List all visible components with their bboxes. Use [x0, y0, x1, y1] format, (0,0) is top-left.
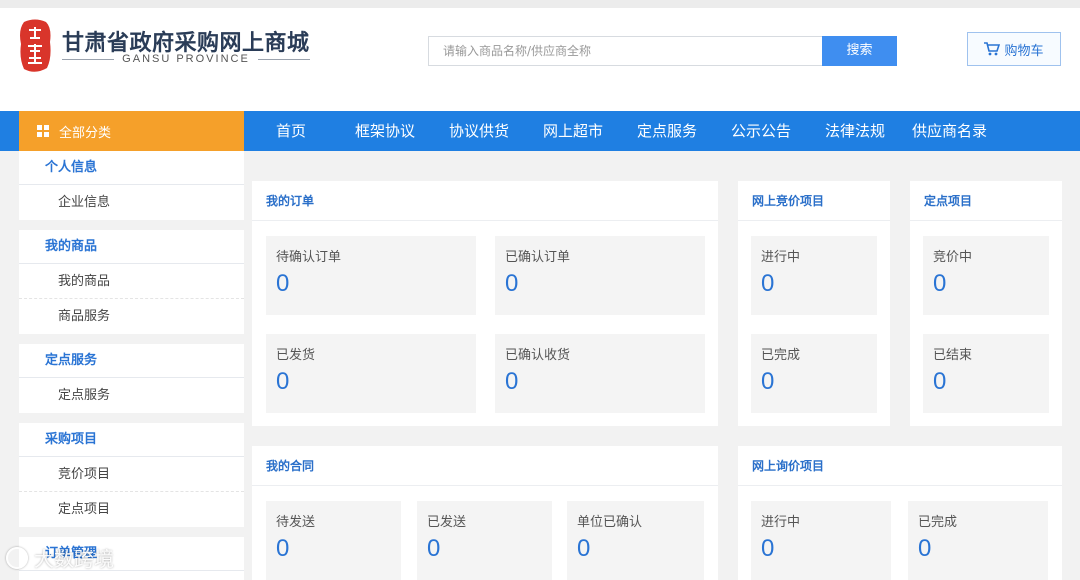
stat-card[interactable]: 待发送 0 — [266, 501, 401, 580]
sidebar-group-title[interactable]: 定点服务 — [19, 344, 244, 378]
online-bidding-panel: 网上竞价项目 进行中 0 已完成 0 — [738, 181, 890, 426]
logo-seal-icon — [20, 19, 51, 72]
search-input[interactable]: 请输入商品名称/供应商全称 — [428, 36, 822, 66]
stat-card[interactable]: 单位已确认 0 — [567, 501, 704, 580]
stat-value: 0 — [761, 270, 775, 297]
sidebar-item-product-service[interactable]: 商品服务 — [19, 299, 244, 334]
stat-value: 0 — [933, 368, 947, 395]
top-strip — [0, 0, 1080, 8]
stat-label: 已结束 — [933, 348, 973, 363]
stat-value: 0 — [933, 270, 947, 297]
stat-value: 0 — [761, 368, 775, 395]
sidebar-group-products: 我的商品 我的商品 商品服务 — [19, 230, 244, 334]
sidebar-group-personal: 个人信息 企业信息 — [19, 151, 244, 220]
stat-label: 已发货 — [276, 348, 316, 363]
nav-item-laws[interactable]: 法律法规 — [825, 111, 885, 151]
sidebar-item-bidding-project[interactable]: 竞价项目 — [19, 457, 244, 492]
stat-value: 0 — [505, 270, 519, 297]
stat-card[interactable]: 待确认订单 0 — [266, 236, 476, 315]
logo-rule-right — [258, 59, 310, 60]
watermark: 大数跨境 — [6, 543, 114, 572]
panel-title: 定点项目 — [910, 181, 1062, 221]
panel-title: 网上询价项目 — [738, 446, 1062, 486]
panel-title: 我的订单 — [252, 181, 718, 221]
stat-label: 进行中 — [761, 515, 801, 530]
sidebar-group-title[interactable]: 我的商品 — [19, 230, 244, 264]
my-orders-panel: 我的订单 待确认订单 0 已确认订单 0 已发货 0 已确认收货 0 — [252, 181, 718, 426]
cart-label: 购物车 — [1004, 43, 1044, 59]
stat-card[interactable]: 竞价中 0 — [923, 236, 1049, 315]
panel-title: 网上竞价项目 — [738, 181, 890, 221]
stat-label: 已完成 — [918, 515, 958, 530]
sidebar-group-designated: 定点服务 定点服务 — [19, 344, 244, 413]
stat-card[interactable]: 已确认订单 0 — [495, 236, 705, 315]
stat-label: 单位已确认 — [577, 515, 643, 530]
nav-item-supplier-list[interactable]: 供应商名录 — [912, 111, 987, 151]
stat-label: 待确认订单 — [276, 250, 342, 265]
stat-card[interactable]: 进行中 0 — [751, 501, 891, 580]
online-inquiry-panel: 网上询价项目 进行中 0 已完成 0 — [738, 446, 1062, 580]
nav-item-home[interactable]: 首页 — [276, 111, 306, 151]
all-categories-button[interactable]: 全部分类 — [19, 111, 244, 151]
stat-label: 已确认订单 — [505, 250, 571, 265]
stat-label: 竞价中 — [933, 250, 973, 265]
designated-projects-panel: 定点项目 竞价中 0 已结束 0 — [910, 181, 1062, 426]
stat-card[interactable]: 进行中 0 — [751, 236, 877, 315]
stat-card[interactable]: 已完成 0 — [751, 334, 877, 413]
stat-label: 已发送 — [427, 515, 467, 530]
stat-value: 0 — [505, 368, 519, 395]
stat-label: 待发送 — [276, 515, 316, 530]
stat-value: 0 — [276, 368, 290, 395]
grid-icon — [37, 125, 49, 137]
search-button[interactable]: 搜索 — [822, 36, 897, 66]
stat-value: 0 — [577, 535, 591, 562]
stat-card[interactable]: 已确认收货 0 — [495, 334, 705, 413]
watermark-text: 大数跨境 — [34, 547, 114, 571]
sidebar-group-title[interactable]: 个人信息 — [19, 151, 244, 185]
nav-item-designated-service[interactable]: 定点服务 — [637, 111, 697, 151]
stat-card[interactable]: 已发货 0 — [266, 334, 476, 413]
stat-value: 0 — [761, 535, 775, 562]
stat-label: 已完成 — [761, 348, 801, 363]
sidebar-item-my-products[interactable]: 我的商品 — [19, 264, 244, 299]
stat-value: 0 — [276, 270, 290, 297]
stat-value: 0 — [918, 535, 932, 562]
watermark-logo-icon — [6, 546, 28, 569]
nav-item-online-market[interactable]: 网上超市 — [543, 111, 603, 151]
stat-label: 进行中 — [761, 250, 801, 265]
sidebar-group-title[interactable]: 采购项目 — [19, 423, 244, 457]
nav-item-agreement-supply[interactable]: 协议供货 — [449, 111, 509, 151]
panel-title: 我的合同 — [252, 446, 718, 486]
sidebar-group-procurement: 采购项目 竞价项目 定点项目 — [19, 423, 244, 527]
stat-value: 0 — [276, 535, 290, 562]
stat-value: 0 — [427, 535, 441, 562]
stat-card[interactable]: 已发送 0 — [417, 501, 552, 580]
nav-item-announcements[interactable]: 公示公告 — [731, 111, 791, 151]
sidebar-item-designated-service[interactable]: 定点服务 — [19, 378, 244, 413]
logo-subtitle-row: GANSU PROVINCE — [62, 53, 310, 67]
sidebar-item-company-info[interactable]: 企业信息 — [19, 185, 244, 220]
sidebar-item-designated-project[interactable]: 定点项目 — [19, 492, 244, 527]
my-contracts-panel: 我的合同 待发送 0 已发送 0 单位已确认 0 — [252, 446, 718, 580]
cart-button[interactable]: 购物车 — [967, 32, 1061, 66]
all-categories-label: 全部分类 — [59, 125, 112, 141]
stat-card[interactable]: 已完成 0 — [908, 501, 1048, 580]
stat-card[interactable]: 已结束 0 — [923, 334, 1049, 413]
stat-label: 已确认收货 — [505, 348, 571, 363]
cart-icon — [984, 42, 1001, 56]
nav-item-framework[interactable]: 框架协议 — [355, 111, 415, 151]
